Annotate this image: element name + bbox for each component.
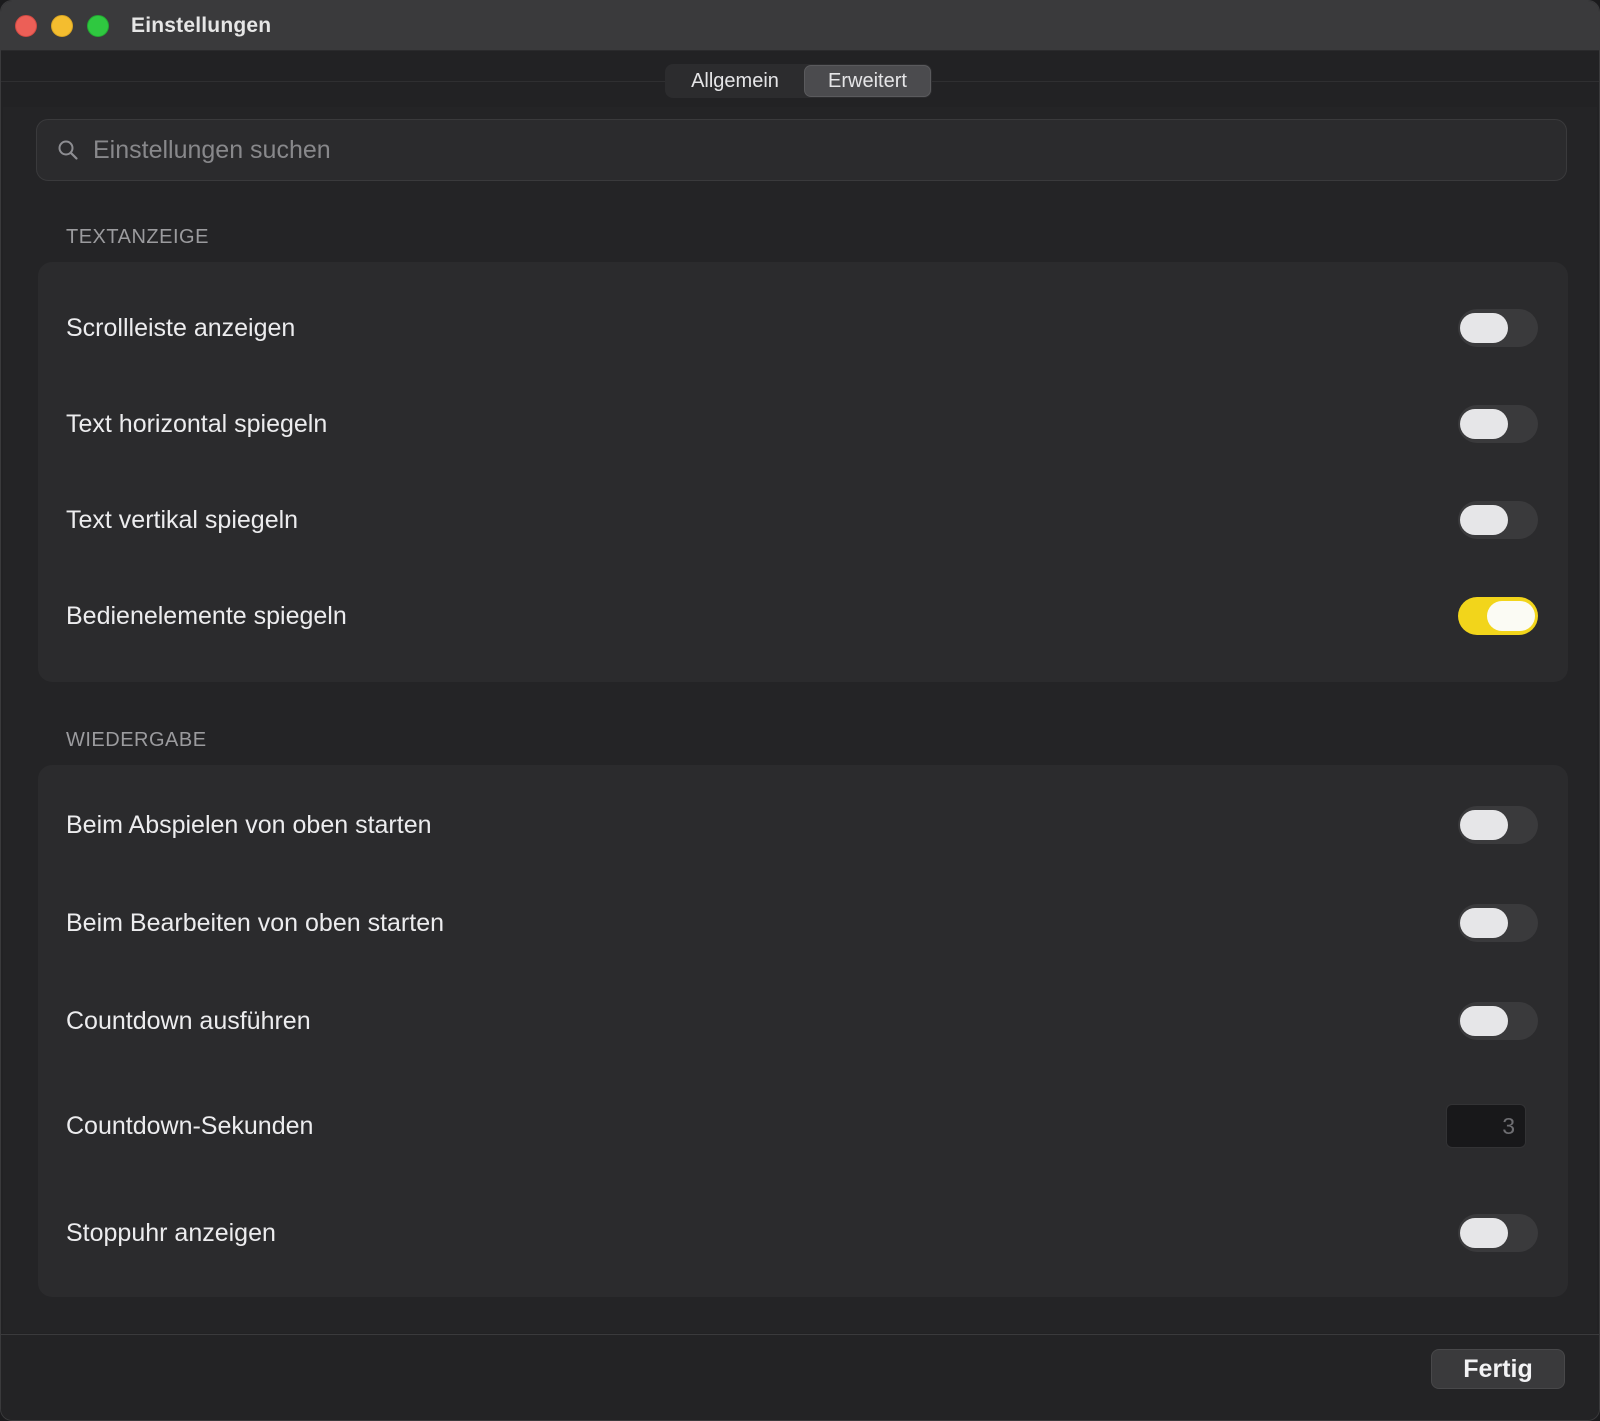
toggle-countdown-ausfuehren[interactable] <box>1458 1002 1538 1040</box>
close-window-button[interactable] <box>15 14 37 37</box>
setting-label: Text horizontal spiegeln <box>66 409 328 438</box>
toggle-knob <box>1487 601 1535 631</box>
toggle-knob <box>1460 409 1508 439</box>
setting-row-stoppuhr-anzeigen: Stoppuhr anzeigen <box>38 1185 1568 1281</box>
done-button[interactable]: Fertig <box>1431 1349 1565 1389</box>
card-wiedergabe: Beim Abspielen von oben starten Beim Bea… <box>38 765 1568 1297</box>
setting-label: Stoppuhr anzeigen <box>66 1218 276 1247</box>
toggle-scrollleiste-anzeigen[interactable] <box>1458 309 1538 347</box>
section-header-textanzeige: TEXTANZEIGE <box>66 226 209 248</box>
toggle-stoppuhr-anzeigen[interactable] <box>1458 1214 1538 1252</box>
toggle-knob <box>1460 810 1508 840</box>
search-field[interactable] <box>36 119 1567 181</box>
setting-row-bearbeiten-oben-starten: Beim Bearbeiten von oben starten <box>38 875 1568 971</box>
toolbar: Allgemein Erweitert <box>1 51 1599 107</box>
toggle-knob <box>1460 313 1508 343</box>
window-title: Einstellungen <box>131 13 272 37</box>
setting-row-horizontal-spiegeln: Text horizontal spiegeln <box>38 376 1568 472</box>
setting-label: Beim Bearbeiten von oben starten <box>66 908 445 937</box>
card-textanzeige: Scrollleiste anzeigen Text horizontal sp… <box>38 262 1568 682</box>
search-input[interactable] <box>91 134 1535 166</box>
setting-row-bedienelemente-spiegeln: Bedienelemente spiegeln <box>38 568 1568 664</box>
settings-content: TEXTANZEIGE Scrollleiste anzeigen Text h… <box>3 107 1597 1333</box>
zoom-window-button[interactable] <box>87 14 109 37</box>
setting-label: Countdown-Sekunden <box>66 1111 314 1140</box>
setting-row-countdown-ausfuehren: Countdown ausführen <box>38 973 1568 1069</box>
countdown-seconds-field[interactable]: 3 <box>1446 1104 1526 1148</box>
title-bar[interactable]: Einstellungen <box>1 1 1599 51</box>
minimize-window-button[interactable] <box>51 14 73 37</box>
toggle-abspielen-oben-starten[interactable] <box>1458 806 1538 844</box>
toggle-knob <box>1460 505 1508 535</box>
toggle-knob <box>1460 908 1508 938</box>
toggle-bedienelemente-spiegeln[interactable] <box>1458 597 1538 635</box>
toggle-text-vertikal-spiegeln[interactable] <box>1458 501 1538 539</box>
tab-allgemein[interactable]: Allgemein <box>666 65 804 97</box>
search-icon <box>55 137 81 163</box>
setting-label: Scrollleiste anzeigen <box>66 313 296 342</box>
toggle-knob <box>1460 1218 1508 1248</box>
section-header-wiedergabe: WIEDERGABE <box>66 729 207 751</box>
dialog-footer: Fertig <box>1 1334 1599 1420</box>
setting-label: Beim Abspielen von oben starten <box>66 810 432 839</box>
toggle-bearbeiten-oben-starten[interactable] <box>1458 904 1538 942</box>
setting-row-vertikal-spiegeln: Text vertikal spiegeln <box>38 472 1568 568</box>
setting-label: Text vertikal spiegeln <box>66 505 299 534</box>
settings-window: Einstellungen Allgemein Erweitert TEXTAN… <box>0 0 1600 1421</box>
toggle-text-horizontal-spiegeln[interactable] <box>1458 405 1538 443</box>
setting-row-countdown-sekunden: Countdown-Sekunden 3 <box>38 1078 1568 1174</box>
setting-row-scrollleiste: Scrollleiste anzeigen <box>38 280 1568 376</box>
window-controls <box>15 14 109 37</box>
tab-switcher: Allgemein Erweitert <box>665 64 932 98</box>
setting-row-abspielen-oben-starten: Beim Abspielen von oben starten <box>38 777 1568 873</box>
setting-label: Countdown ausführen <box>66 1006 311 1035</box>
setting-label: Bedienelemente spiegeln <box>66 601 347 630</box>
tab-erweitert[interactable]: Erweitert <box>804 65 931 97</box>
toggle-knob <box>1460 1006 1508 1036</box>
